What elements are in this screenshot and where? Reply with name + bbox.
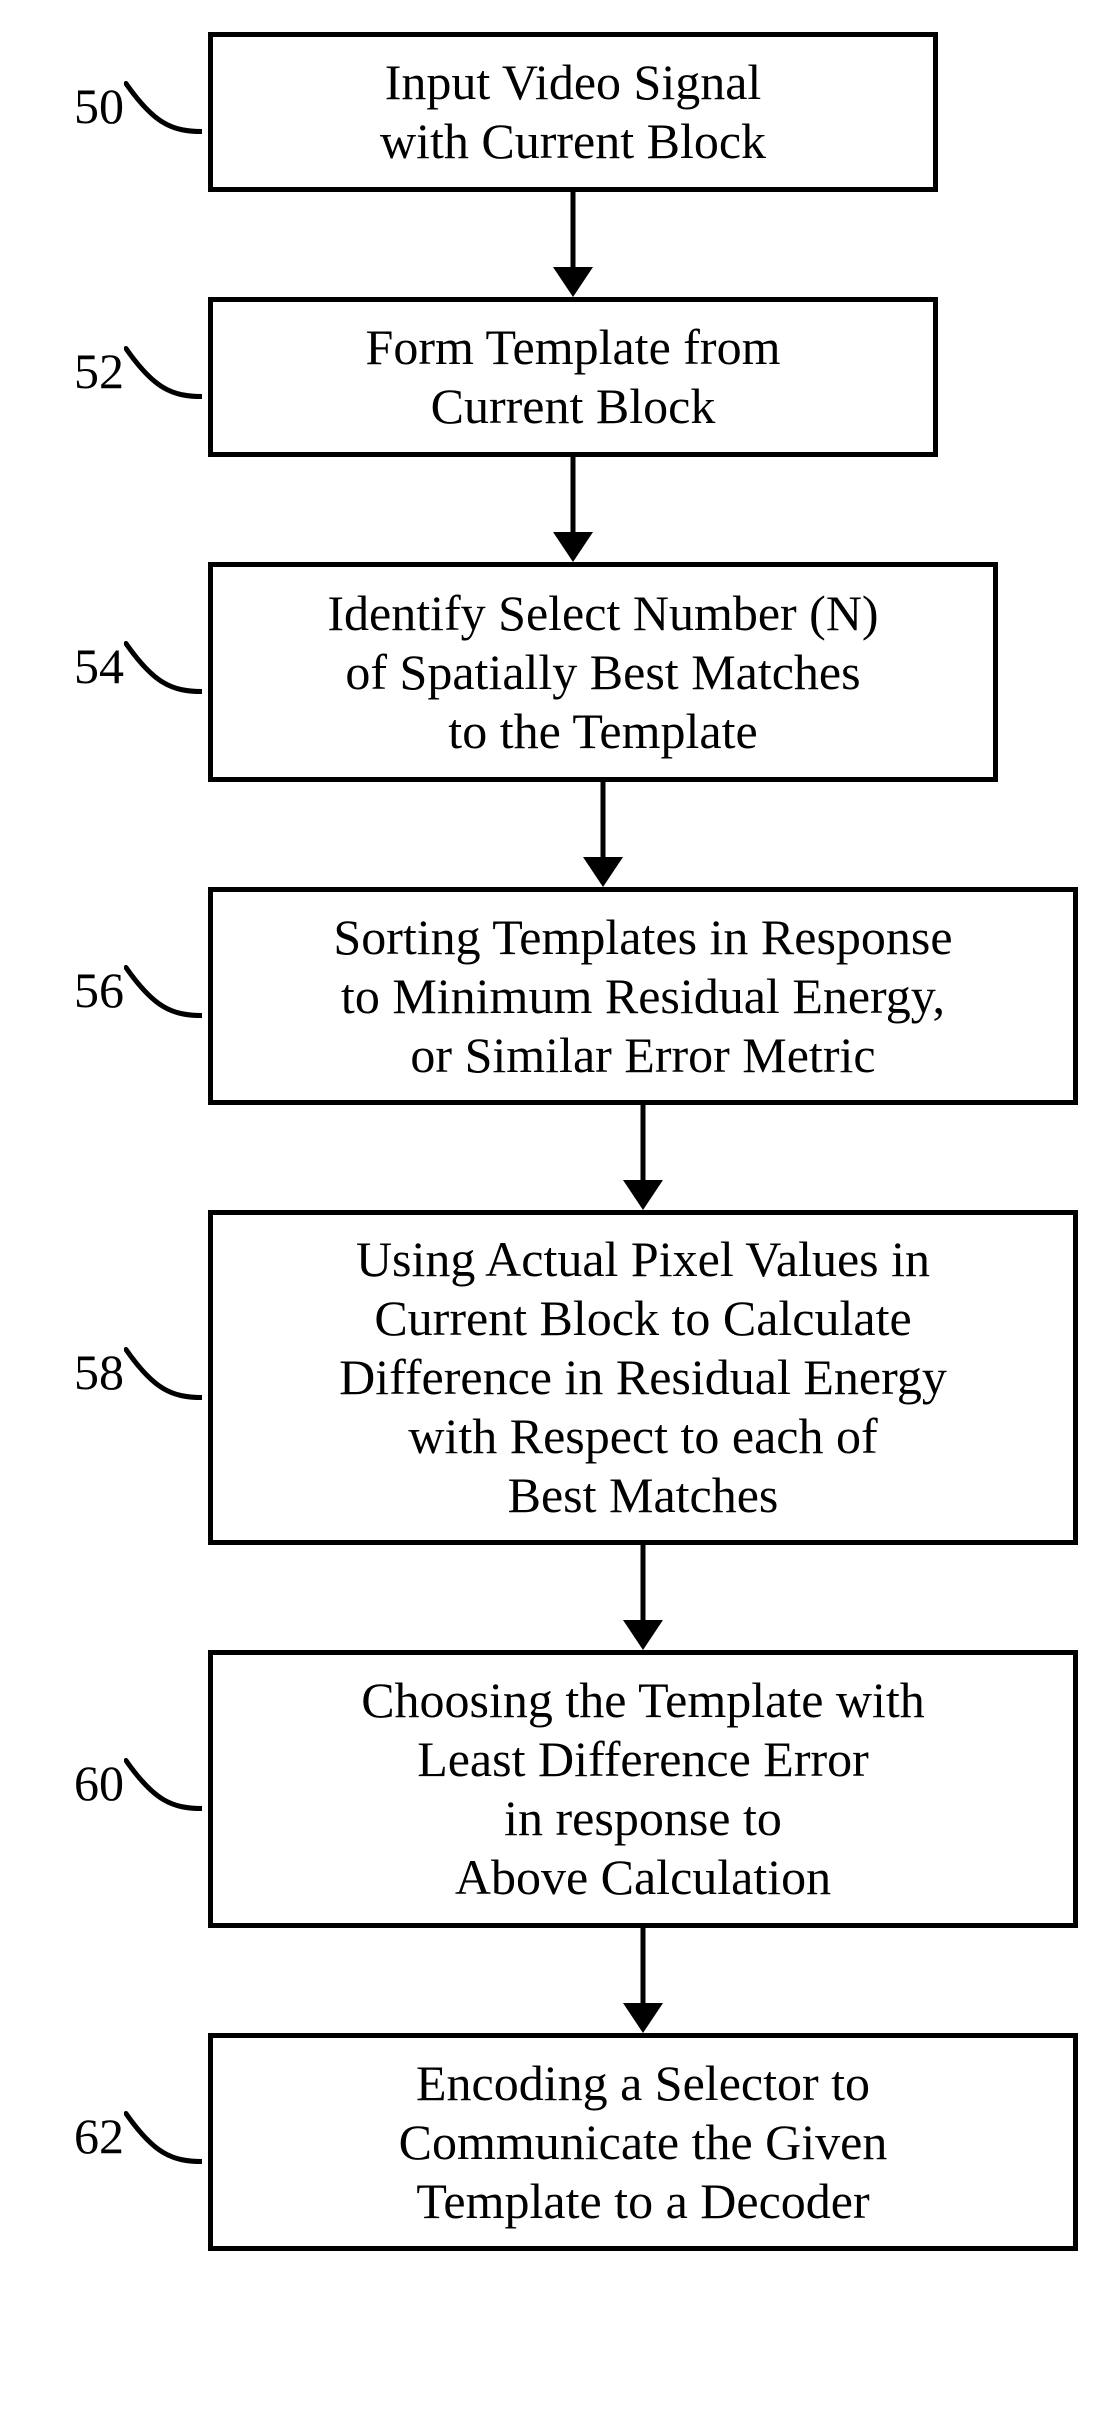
step-label-col: 58: [0, 1343, 208, 1413]
flow-arrow: [0, 457, 1112, 562]
flow-step-box: Encoding a Selector to Communicate the G…: [208, 2033, 1078, 2251]
flow-arrow: [0, 192, 1112, 297]
flow-arrow: [0, 1928, 1112, 2033]
flow-step-box: Input Video Signal with Current Block: [208, 32, 938, 192]
flow-row-52: 52 Form Template from Current Block: [0, 297, 1112, 457]
connector-line: [124, 1343, 202, 1413]
flow-step-box: Using Actual Pixel Values in Current Blo…: [208, 1210, 1078, 1545]
step-number: 60: [74, 1754, 124, 1812]
flow-arrow: [0, 782, 1112, 887]
flow-row-58: 58 Using Actual Pixel Values in Current …: [0, 1210, 1112, 1545]
flow-step-text: Input Video Signal with Current Block: [380, 53, 766, 171]
connector-line: [124, 77, 202, 147]
flow-step-box: Choosing the Template with Least Differe…: [208, 1650, 1078, 1928]
connector-line: [124, 1754, 202, 1824]
flow-arrow: [0, 1545, 1112, 1650]
flowchart-container: 50 Input Video Signal with Current Block…: [0, 0, 1112, 2251]
flow-row-54: 54 Identify Select Number (N) of Spatial…: [0, 562, 1112, 782]
step-label-col: 54: [0, 637, 208, 707]
step-label-col: 52: [0, 342, 208, 412]
step-number: 62: [74, 2107, 124, 2165]
step-number: 58: [74, 1343, 124, 1401]
flow-step-box: Form Template from Current Block: [208, 297, 938, 457]
flow-row-56: 56 Sorting Templates in Response to Mini…: [0, 887, 1112, 1105]
step-number: 54: [74, 637, 124, 695]
flow-step-text: Using Actual Pixel Values in Current Blo…: [339, 1230, 947, 1525]
step-number: 50: [74, 77, 124, 135]
flow-step-text: Choosing the Template with Least Differe…: [361, 1671, 925, 1907]
flow-step-text: Identify Select Number (N) of Spatially …: [327, 584, 878, 761]
connector-line: [124, 961, 202, 1031]
connector-line: [124, 342, 202, 412]
connector-line: [124, 637, 202, 707]
step-number: 56: [74, 961, 124, 1019]
step-label-col: 60: [0, 1754, 208, 1824]
step-label-col: 56: [0, 961, 208, 1031]
flow-row-60: 60 Choosing the Template with Least Diff…: [0, 1650, 1112, 1928]
flow-row-62: 62 Encoding a Selector to Communicate th…: [0, 2033, 1112, 2251]
flow-step-text: Sorting Templates in Response to Minimum…: [333, 908, 952, 1085]
connector-line: [124, 2107, 202, 2177]
flow-step-text: Encoding a Selector to Communicate the G…: [399, 2054, 888, 2231]
step-label-col: 50: [0, 77, 208, 147]
step-number: 52: [74, 342, 124, 400]
step-label-col: 62: [0, 2107, 208, 2177]
flow-step-text: Form Template from Current Block: [366, 318, 781, 436]
flow-step-box: Sorting Templates in Response to Minimum…: [208, 887, 1078, 1105]
flow-arrow: [0, 1105, 1112, 1210]
flow-row-50: 50 Input Video Signal with Current Block: [0, 32, 1112, 192]
flow-step-box: Identify Select Number (N) of Spatially …: [208, 562, 998, 782]
